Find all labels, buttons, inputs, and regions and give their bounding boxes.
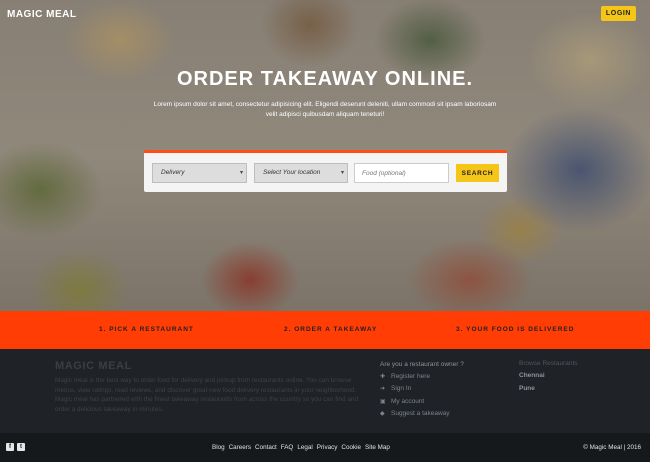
step-food-delivered: 3. YOUR FOOD IS DELIVERED: [456, 326, 575, 333]
search-card: Delivery ▾ Select Your location ▾ SEARCH: [144, 150, 507, 192]
sign-in-link-label: Sign In: [391, 385, 412, 393]
step-pick-restaurant: 1. PICK A RESTAURANT: [99, 326, 194, 333]
location-value: Select Your location: [263, 169, 321, 176]
footer-description: Magic meal is the best way to order food…: [55, 377, 358, 413]
login-button[interactable]: LOGIN: [601, 6, 636, 21]
blog-link[interactable]: Blog: [212, 444, 225, 451]
order-type-value: Delivery: [161, 169, 185, 176]
sign-in-icon: ➜: [380, 386, 386, 393]
browse-restaurants-title: Browse Restaurants: [519, 360, 578, 367]
footer-brand: MAGIC MEAL: [55, 360, 132, 372]
hero-subtitle: Lorem ipsum dolor sit amet, consectetur …: [153, 101, 497, 118]
site-map-link[interactable]: Site Map: [365, 444, 390, 451]
city-link-pune[interactable]: Pune: [519, 385, 535, 392]
cookie-link[interactable]: Cookie: [341, 444, 361, 451]
contact-link[interactable]: Contact: [255, 444, 277, 451]
copyright-text: © Magic Meal | 2016: [583, 444, 641, 451]
careers-link[interactable]: Careers: [229, 444, 251, 451]
suggest-takeaway-link[interactable]: ◆ Suggest a takeaway: [380, 408, 450, 421]
social-links: f t: [6, 443, 25, 451]
brand-logo[interactable]: MAGIC MEAL: [7, 9, 76, 20]
briefcase-icon: ▣: [380, 398, 386, 405]
city-link-chennai[interactable]: Chennai: [519, 372, 545, 379]
sign-in-link[interactable]: ➜ Sign In: [380, 383, 450, 396]
bell-icon: ◆: [380, 411, 385, 418]
steps-bar: 1. PICK A RESTAURANT 2. ORDER A TAKEAWAY…: [0, 311, 650, 349]
food-input[interactable]: [354, 163, 449, 183]
owner-question: Are you a restaurant owner ?: [380, 361, 464, 368]
faq-link[interactable]: FAQ: [281, 444, 294, 451]
search-button[interactable]: SEARCH: [456, 164, 499, 182]
dropdown-arrow-icon: ▾: [239, 170, 243, 176]
my-account-link-label: My account: [391, 397, 425, 405]
register-link-label: Register here: [391, 372, 431, 380]
footer-bottom-bar: f t Blog Careers Contact FAQ Legal Priva…: [0, 433, 650, 462]
my-account-link[interactable]: ▣ My account: [380, 395, 450, 408]
order-type-select[interactable]: Delivery ▾: [152, 163, 247, 183]
twitter-icon[interactable]: t: [17, 443, 25, 451]
privacy-link[interactable]: Privacy: [317, 444, 338, 451]
legal-link[interactable]: Legal: [297, 444, 312, 451]
register-link[interactable]: ✚ Register here: [380, 370, 450, 383]
owner-links: ✚ Register here ➜ Sign In ▣ My account ◆…: [380, 370, 450, 420]
location-select[interactable]: Select Your location ▾: [254, 163, 348, 183]
user-plus-icon: ✚: [380, 373, 386, 380]
suggest-takeaway-link-label: Suggest a takeaway: [391, 410, 450, 418]
footer: MAGIC MEAL Magic meal is the best way to…: [0, 349, 650, 433]
bottom-links: Blog Careers Contact FAQ Legal Privacy C…: [212, 444, 390, 451]
hero-title: ORDER TAKEAWAY ONLINE.: [176, 68, 474, 90]
step-order-takeaway: 2. ORDER A TAKEAWAY: [284, 326, 378, 333]
dropdown-arrow-icon: ▾: [340, 170, 344, 176]
facebook-icon[interactable]: f: [6, 443, 14, 451]
